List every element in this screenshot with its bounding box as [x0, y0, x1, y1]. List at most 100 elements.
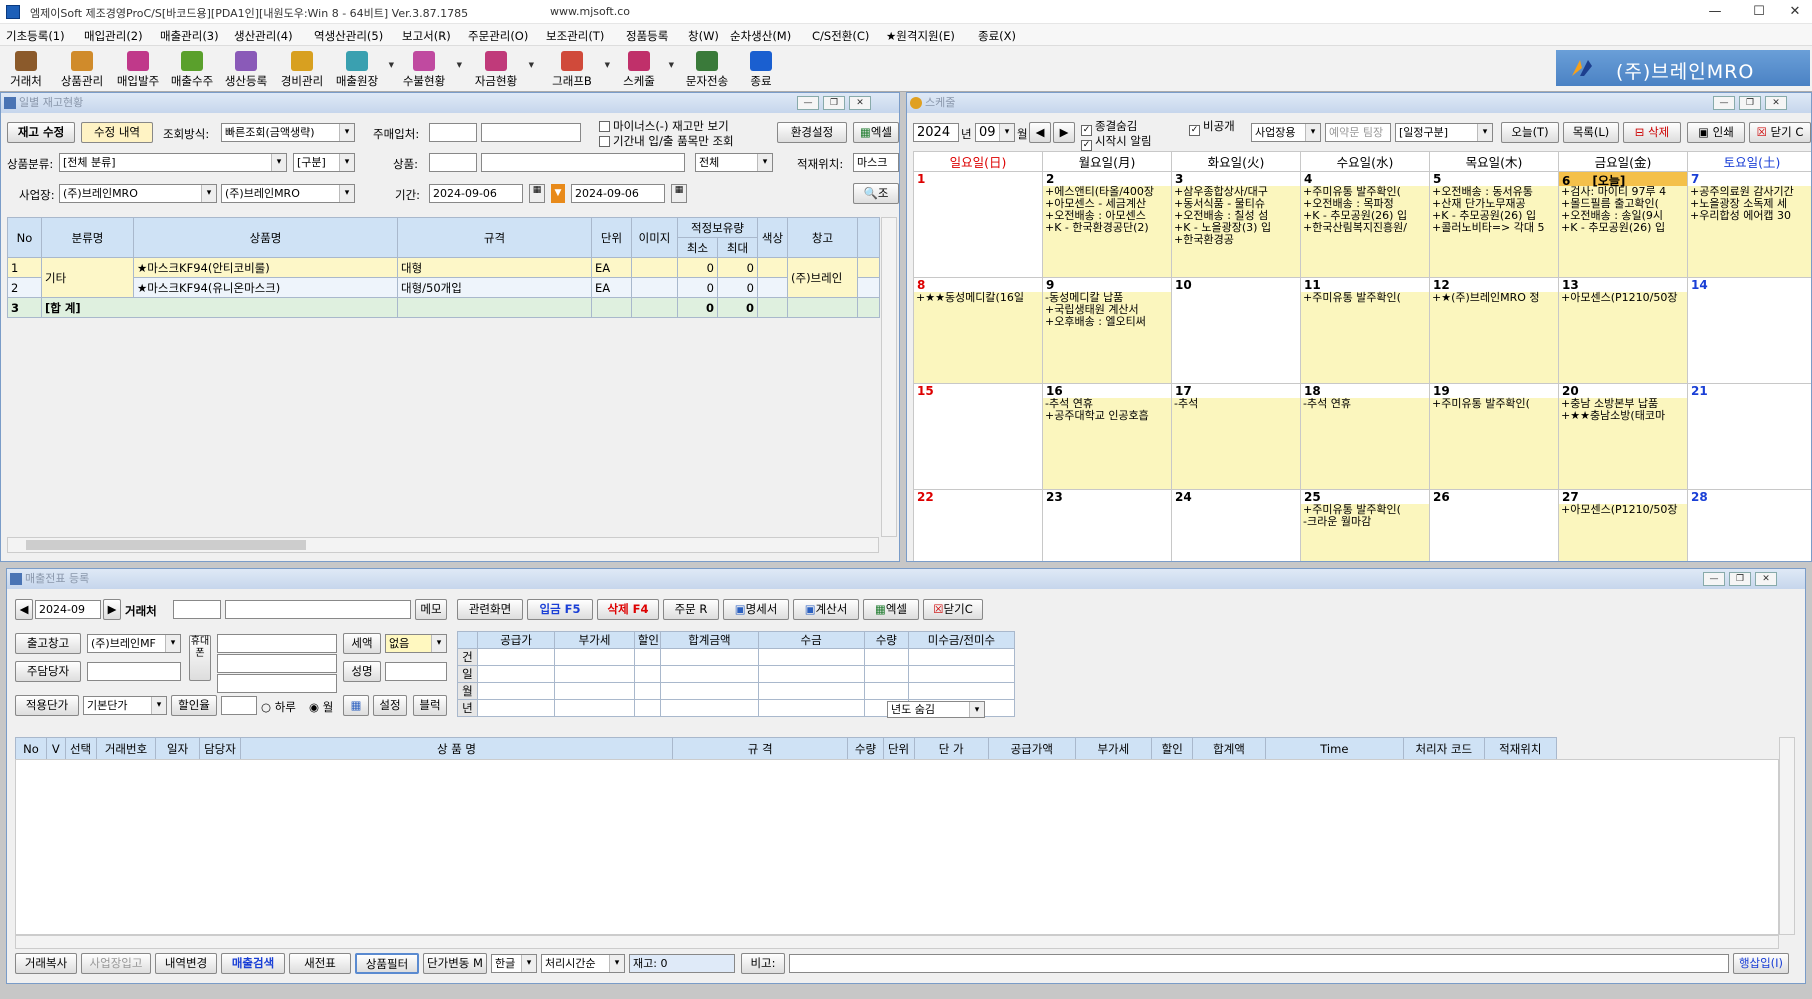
radio-month[interactable]: ◉ 월 [309, 699, 333, 715]
year-input[interactable]: 2024 [913, 123, 959, 142]
calendar-event[interactable]: +아모센스(P1210/50장 [1560, 504, 1687, 516]
calendar-event[interactable]: +K - 추모공원(26) 입 [1560, 222, 1687, 234]
edit-history-button[interactable]: 수정 내역 [81, 122, 153, 143]
type-select[interactable]: [일정구분] [1395, 123, 1493, 142]
calendar-event[interactable]: +★★충남소방(태코마 [1560, 410, 1687, 422]
site-select-2[interactable]: (주)브레인MRO [221, 184, 355, 203]
date-to-calendar-icon[interactable]: ▦ [671, 184, 687, 203]
toolbar-expense-button[interactable]: 경비관리 [276, 49, 328, 91]
discount-label[interactable]: 할인율 [171, 695, 217, 716]
memo-button[interactable]: 메모 [415, 599, 447, 620]
inventory-excel-button[interactable]: ▦엑셀 [853, 122, 899, 143]
calendar-day-cell[interactable]: 3 +삼우종합상사/대구 +동서식품 - 물티슈 +오전배송 : 칠성 섬 +K - 노… [1171, 171, 1301, 278]
maximize-icon[interactable]: ☐ [1744, 2, 1774, 22]
menu-item-6[interactable]: 주문관리(O) [468, 28, 528, 44]
calendar-day-cell[interactable]: 26 [1429, 489, 1559, 561]
sales-col-header[interactable]: 규 격 [671, 737, 849, 760]
manager-input[interactable] [87, 662, 181, 681]
toolbar-schedule-button[interactable]: 스케줄 ▼ [614, 49, 674, 91]
calendar-day-cell[interactable]: 21 [1687, 383, 1811, 490]
all-select[interactable]: 전체 [695, 153, 773, 172]
inventory-hscroll[interactable] [7, 537, 879, 553]
search-button[interactable]: 🔍조 [853, 183, 899, 204]
sales-col-header[interactable]: 선택 [64, 737, 97, 760]
calendar-day-cell[interactable]: 17 -추석 [1171, 383, 1301, 490]
calendar-event[interactable]: -추석 [1173, 398, 1300, 410]
warehouse-label[interactable]: 출고창고 [15, 633, 81, 654]
sales-hscroll[interactable] [15, 935, 1779, 949]
dropdown-arrow-icon[interactable]: ▼ [457, 61, 462, 69]
menu-item-0[interactable]: 기초등록(1) [6, 28, 65, 44]
calendar-day-cell[interactable]: 24 [1171, 489, 1301, 561]
delete-slip-button[interactable]: 삭제 F4 [597, 599, 659, 620]
site-select-1[interactable]: (주)브레인MRO [59, 184, 217, 203]
calendar-event[interactable]: -추석 연휴 [1302, 398, 1429, 410]
copy-trade-button[interactable]: 거래복사 [15, 953, 77, 974]
statement-button[interactable]: ▣명세서 [723, 599, 789, 620]
calendar-day-cell[interactable]: 16 -추석 연휴 +공주대학교 인공호흡 [1042, 383, 1172, 490]
toolbar-graph-button[interactable]: 그래프B ▼ [544, 49, 610, 91]
note-input[interactable] [789, 954, 1729, 973]
table-row[interactable]: 1 기타 ★마스크KF94(안티코비룰) 대형 EA 0 0 (주)브레인 [7, 257, 880, 298]
price-label[interactable]: 적용단가 [15, 695, 79, 716]
toolbar-sales-button[interactable]: 매출수주 [166, 49, 218, 91]
insert-row-button[interactable]: 행삽입(I) [1733, 953, 1789, 974]
month-select[interactable]: 09 [975, 123, 1015, 142]
calendar-day-cell[interactable]: 28 [1687, 489, 1811, 561]
inventory-minimize-icon[interactable]: — [797, 96, 819, 110]
menu-item-1[interactable]: 매입관리(2) [84, 28, 143, 44]
invoice-button[interactable]: ▣계산서 [793, 599, 859, 620]
calendar-day-cell[interactable]: 7 +공주의료원 감사기간 +노을광장 소독제 세 +우리합성 에어캡 30 [1687, 171, 1811, 278]
date-from-calendar-icon[interactable]: ▦ [529, 184, 545, 203]
calendar-day-cell[interactable]: 15 [913, 383, 1043, 490]
toolbar-inventory-button[interactable]: 수불현황 ▼ [396, 49, 462, 91]
schedule-close-icon[interactable]: ✕ [1765, 96, 1787, 110]
sales-grid-body[interactable] [15, 759, 1779, 935]
list-button[interactable]: 목록(L) [1563, 122, 1619, 143]
calendar-day-cell[interactable]: 18 -추석 연휴 [1300, 383, 1430, 490]
calendar-day-cell[interactable]: 11 +주미유통 발주확인( [1300, 277, 1430, 384]
calendar-day-cell[interactable]: 1 [913, 171, 1043, 278]
toolbar-box-button[interactable]: 상품관리 [56, 49, 108, 91]
sales-col-header[interactable]: 상 품 명 [240, 737, 673, 760]
settings-button[interactable]: 환경설정 [777, 122, 847, 143]
discount-input[interactable] [221, 696, 257, 715]
product-filter-button[interactable]: 상품필터 [355, 953, 419, 974]
calendar-day-cell[interactable]: 27 +아모센스(P1210/50장 [1558, 489, 1688, 561]
category-select[interactable]: [전체 분류] [59, 153, 287, 172]
calendar-event[interactable]: +★(주)브레인MRO 정 [1431, 292, 1558, 304]
history-change-button[interactable]: 내역변경 [155, 953, 217, 974]
sales-minimize-icon[interactable]: — [1703, 572, 1725, 586]
manager-label[interactable]: 주담당자 [15, 661, 81, 682]
toolbar-purchase-button[interactable]: 매입발주 [112, 49, 164, 91]
calendar-day-cell[interactable]: 25 +주미유통 발주확인(-크라운 월마감 [1300, 489, 1430, 561]
sales-close-button[interactable]: ☒닫기C [923, 599, 983, 620]
calendar-day-cell[interactable]: 4 +주미유통 발주확인(+오전배송 : 목파정 +K - 추모공원(26) 입 +한… [1300, 171, 1430, 278]
private-checkbox[interactable]: ✓ 비공개 [1189, 118, 1235, 136]
lookup-select[interactable]: 빠른조회(금액생략) [221, 123, 355, 142]
prev-month-button[interactable]: ◀ [1029, 122, 1051, 143]
sales-col-header[interactable]: 담당자 [198, 737, 242, 760]
edit-stock-button[interactable]: 재고 수정 [7, 122, 75, 143]
sales-col-header[interactable]: 일자 [155, 737, 200, 760]
calendar-event[interactable]: +콜러노비타=> 각대 5 [1431, 222, 1558, 234]
calendar-event[interactable]: -크라운 월마감 [1302, 516, 1429, 528]
sales-excel-button[interactable]: ▦엑셀 [863, 599, 919, 620]
calendar-day-cell[interactable]: 22 [913, 489, 1043, 561]
buyer-code-input[interactable] [429, 123, 477, 142]
deposit-button[interactable]: 입금 F5 [527, 599, 593, 620]
sales-vscroll[interactable] [1779, 737, 1795, 935]
print-button[interactable]: ▣ 인쇄 [1687, 122, 1745, 143]
sales-col-header[interactable]: 거래번호 [95, 737, 157, 760]
period-only-checkbox[interactable]: 기간내 입/출 품목만 조회 [599, 133, 734, 149]
table-row[interactable]: 2 ★마스크KF94(유니온마스크) 대형/50개입 EA 0 0 [7, 277, 880, 298]
reserve-input[interactable]: 예약문 팀장 [1325, 123, 1391, 142]
year-hide-select[interactable]: 년도 숨김 [887, 701, 985, 718]
calendar-day-cell[interactable]: 12 +★(주)브레인MRO 정 [1429, 277, 1559, 384]
name-input[interactable] [385, 662, 447, 681]
warehouse-select[interactable]: (주)브레인MF [87, 634, 181, 653]
dropdown-arrow-icon[interactable]: ▼ [389, 61, 394, 69]
schedule-minimize-icon[interactable]: — [1713, 96, 1735, 110]
menu-item-13[interactable]: 종료(X) [978, 28, 1016, 44]
sales-col-header[interactable]: V [45, 737, 66, 760]
